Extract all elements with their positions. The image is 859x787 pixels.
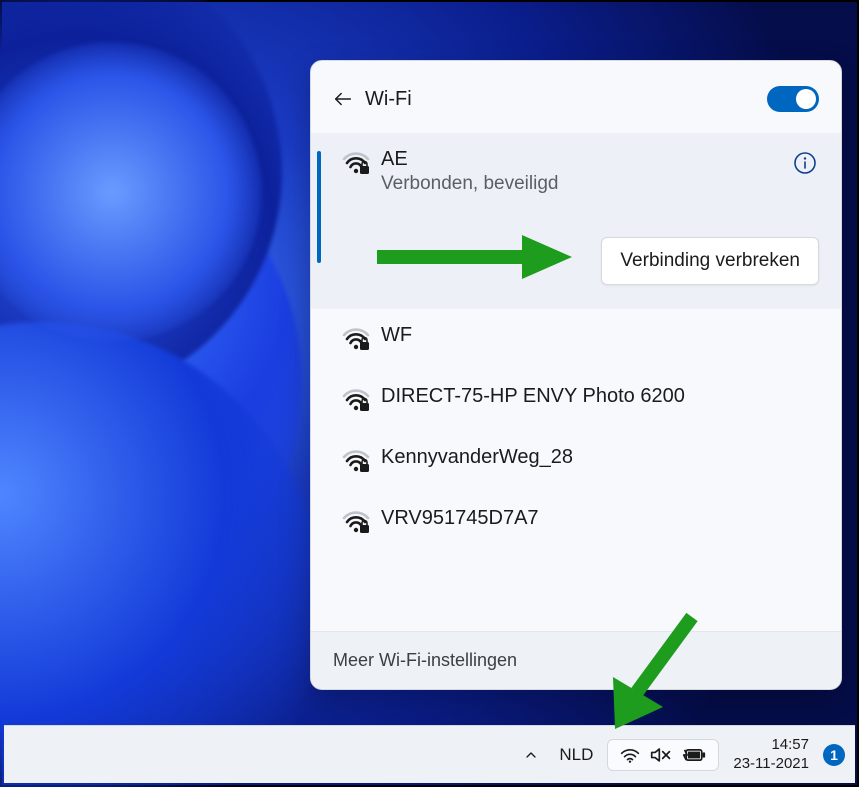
taskbar: NLD 14:57 23-11-2021 1 [4, 725, 855, 783]
disconnect-button[interactable]: Verbinding verbreken [601, 237, 819, 285]
wifi-secure-icon [341, 149, 371, 175]
network-name: VRV951745D7A7 [381, 506, 819, 530]
network-item[interactable]: WF [311, 309, 841, 370]
network-item[interactable]: DIRECT-75-HP ENVY Photo 6200 [311, 370, 841, 431]
wifi-toggle[interactable] [767, 86, 819, 112]
wifi-icon [620, 746, 640, 764]
quick-settings-button[interactable] [607, 739, 719, 771]
network-item[interactable]: VRV951745D7A7 [311, 492, 841, 553]
info-icon [793, 151, 817, 175]
back-button[interactable] [323, 79, 363, 119]
network-name: AE [381, 147, 819, 171]
panel-header: Wi-Fi [311, 61, 841, 133]
battery-charging-icon [682, 747, 706, 763]
wifi-secure-icon [341, 325, 371, 351]
network-name: DIRECT-75-HP ENVY Photo 6200 [381, 384, 819, 408]
desktop: Wi-Fi AE Verbonden, [0, 0, 859, 787]
network-name: WF [381, 323, 819, 347]
wifi-secure-icon [341, 508, 371, 534]
network-status: Verbonden, beveiligd [381, 173, 819, 195]
wifi-secure-icon [341, 386, 371, 412]
volume-mute-icon [650, 746, 672, 764]
wifi-secure-icon [341, 447, 371, 473]
clock-time: 14:57 [733, 736, 809, 755]
clock-date[interactable]: 14:57 23-11-2021 [725, 736, 817, 774]
network-info-button[interactable] [791, 149, 819, 177]
network-name: KennyvanderWeg_28 [381, 445, 819, 469]
chevron-up-icon [523, 747, 539, 763]
network-item-connected[interactable]: AE Verbonden, beveiligd Verbinding verbr… [311, 133, 841, 309]
language-indicator[interactable]: NLD [551, 745, 601, 765]
more-wifi-settings-link[interactable]: Meer Wi-Fi-instellingen [311, 631, 841, 689]
network-item[interactable]: KennyvanderWeg_28 [311, 431, 841, 492]
notification-badge[interactable]: 1 [823, 744, 845, 766]
wifi-flyout-panel: Wi-Fi AE Verbonden, [310, 60, 842, 690]
clock-date-value: 23-11-2021 [733, 755, 809, 774]
network-list: AE Verbonden, beveiligd Verbinding verbr… [311, 133, 841, 631]
tray-overflow-button[interactable] [517, 741, 545, 769]
arrow-left-icon [332, 88, 354, 110]
panel-title: Wi-Fi [365, 88, 767, 111]
